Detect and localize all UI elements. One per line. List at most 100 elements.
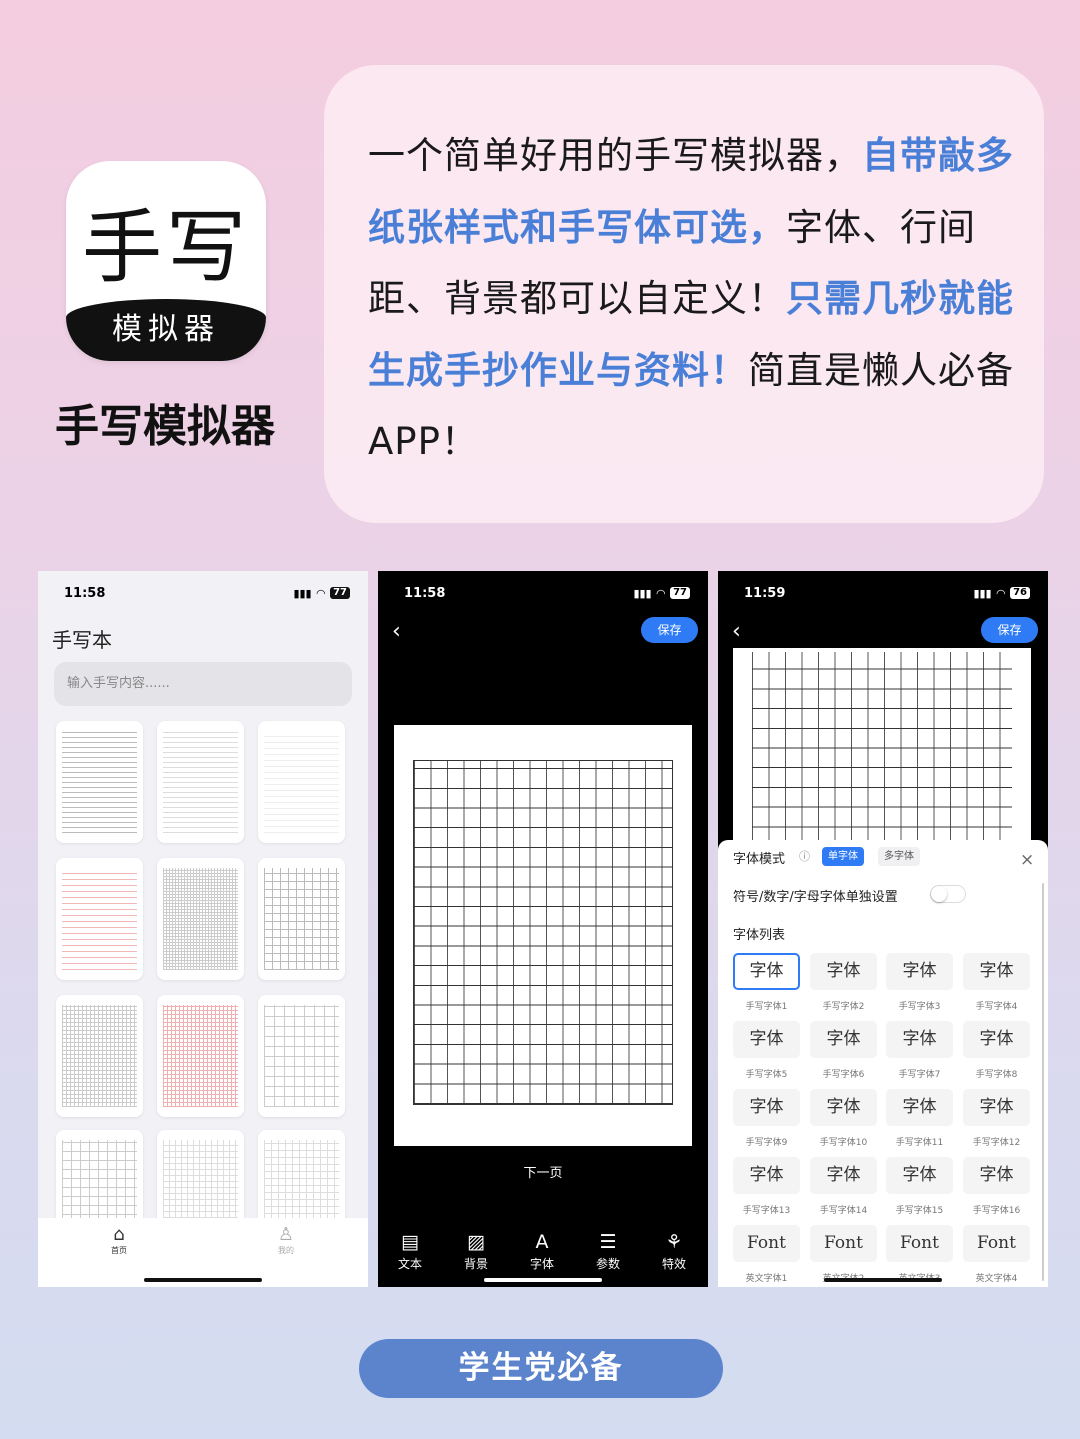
phone-font-settings: 11:59 ▮▮▮ ◠ 76 ‹ 保存 字体模式 ⓘ 单字体 多字体 × 符号/数字/… <box>718 571 1048 1287</box>
font-name: 手写字体10 <box>819 1138 868 1148</box>
toolbar-text[interactable]: ▤ 文本 <box>385 1231 435 1272</box>
font-option[interactable]: Font <box>886 1225 953 1262</box>
font-option[interactable]: 字体 <box>733 1021 800 1058</box>
font-option[interactable]: 字体 <box>886 1021 953 1058</box>
font-option[interactable]: 字体 <box>810 1157 877 1194</box>
wifi-icon: ◠ <box>996 586 1006 600</box>
paper-pattern <box>264 868 339 970</box>
paper-pattern <box>163 1005 238 1107</box>
font-option[interactable]: 字体 <box>963 953 1030 990</box>
font-option[interactable]: 字体 <box>733 1089 800 1126</box>
cta-banner[interactable]: 学生党必备 <box>359 1339 723 1398</box>
paper-pattern <box>163 868 238 970</box>
font-name: 手写字体11 <box>895 1138 944 1148</box>
image-icon: ▨ <box>467 1231 485 1253</box>
separate-setting-toggle[interactable] <box>930 885 966 903</box>
paper-style-thumbnail[interactable] <box>157 858 244 980</box>
paper-style-thumbnail[interactable] <box>258 995 345 1117</box>
font-icon: A <box>535 1231 549 1253</box>
font-option[interactable]: Font <box>963 1225 1030 1262</box>
signal-icon: ▮▮▮ <box>633 586 652 600</box>
paper-pattern <box>264 731 339 833</box>
paper-style-thumbnail[interactable] <box>56 721 143 843</box>
wifi-icon: ◠ <box>316 586 326 600</box>
font-name: 手写字体13 <box>742 1206 791 1216</box>
toolbar-font[interactable]: A 字体 <box>517 1231 567 1272</box>
font-option[interactable]: Font <box>733 1225 800 1262</box>
paper-pattern <box>62 1005 137 1107</box>
page-title: 手写本 <box>52 628 112 652</box>
battery-icon: 77 <box>670 587 690 599</box>
home-indicator <box>484 1278 602 1282</box>
text-icon: ▤ <box>401 1231 419 1253</box>
font-option[interactable]: 字体 <box>886 953 953 990</box>
font-option[interactable]: 字体 <box>963 1089 1030 1126</box>
paper-pattern <box>62 731 137 833</box>
status-bar: 11:59 ▮▮▮ ◠ 76 <box>744 583 1030 603</box>
save-button[interactable]: 保存 <box>981 617 1038 643</box>
tab-home[interactable]: ⌂ 首页 <box>104 1224 134 1256</box>
toolbar-label: 特效 <box>661 1257 686 1271</box>
promo-segment: 一个简单好用的手写模拟器， <box>368 134 862 177</box>
paper-style-thumbnail[interactable] <box>258 721 345 843</box>
help-icon[interactable]: ⓘ <box>799 848 810 864</box>
tab-label: 首页 <box>111 1246 127 1255</box>
app-title: 手写模拟器 <box>55 401 275 452</box>
font-panel: 字体模式 ⓘ 单字体 多字体 × 符号/数字/字母字体单独设置 字体列表 字体手… <box>718 840 1048 1287</box>
toolbar-image[interactable]: ▨ 背景 <box>451 1231 501 1272</box>
toolbar-label: 参数 <box>595 1257 620 1271</box>
back-icon[interactable]: ‹ <box>732 619 741 644</box>
font-option[interactable]: 字体 <box>963 1157 1030 1194</box>
status-bar: 11:58 ▮▮▮ ◠ 77 <box>64 583 350 603</box>
font-name: 手写字体12 <box>972 1138 1021 1148</box>
status-bar: 11:58 ▮▮▮ ◠ 77 <box>404 583 690 603</box>
phone-home-screen: 11:58 ▮▮▮ ◠ 77 手写本 输入手写内容...... ⌂ 首页 ♙ 我的 <box>38 571 368 1287</box>
tab-mine[interactable]: ♙ 我的 <box>271 1224 301 1256</box>
font-option[interactable]: 字体 <box>886 1157 953 1194</box>
font-option[interactable]: 字体 <box>810 1021 877 1058</box>
paper-style-thumbnail[interactable] <box>157 721 244 843</box>
time: 11:58 <box>64 585 106 601</box>
font-option[interactable]: 字体 <box>733 953 800 990</box>
toolbar-sliders[interactable]: ☰ 参数 <box>583 1231 633 1272</box>
handwriting-input[interactable]: 输入手写内容...... <box>54 662 352 706</box>
user-icon: ♙ <box>277 1224 295 1245</box>
save-button[interactable]: 保存 <box>641 617 698 643</box>
paper-style-thumbnail[interactable] <box>56 858 143 980</box>
multi-font-button[interactable]: 多字体 <box>878 847 920 866</box>
font-name: 手写字体3 <box>898 1002 941 1012</box>
scrollbar[interactable] <box>1042 883 1044 1281</box>
font-list-heading: 字体列表 <box>733 928 786 943</box>
back-icon[interactable]: ‹ <box>392 619 401 644</box>
battery-icon: 77 <box>330 587 350 599</box>
font-name: 手写字体7 <box>898 1070 941 1080</box>
grid-paper-content <box>413 760 673 1105</box>
single-font-button[interactable]: 单字体 <box>822 847 864 866</box>
paper-style-thumbnail[interactable] <box>56 995 143 1117</box>
font-name: 手写字体4 <box>975 1002 1018 1012</box>
paper-style-thumbnail[interactable] <box>258 858 345 980</box>
paper-style-thumbnail[interactable] <box>157 995 244 1117</box>
font-option[interactable]: 字体 <box>810 953 877 990</box>
signal-icon: ▮▮▮ <box>293 586 312 600</box>
close-icon[interactable]: × <box>1020 850 1034 870</box>
font-option[interactable]: 字体 <box>810 1089 877 1126</box>
font-name: 手写字体5 <box>745 1070 788 1080</box>
time: 11:58 <box>404 585 446 601</box>
paper-pattern <box>163 731 238 833</box>
font-option[interactable]: Font <box>810 1225 877 1262</box>
home-indicator <box>144 1278 262 1282</box>
font-option[interactable]: 字体 <box>733 1157 800 1194</box>
effects-icon: ⚘ <box>665 1231 683 1253</box>
next-page-button[interactable]: 下一页 <box>378 1162 708 1181</box>
font-option[interactable]: 字体 <box>963 1021 1030 1058</box>
time: 11:59 <box>744 585 786 601</box>
toolbar-effects[interactable]: ⚘ 特效 <box>649 1231 699 1272</box>
font-name: 英文字体4 <box>975 1274 1018 1284</box>
promo-text: 一个简单好用的手写模拟器，自带敲多纸张样式和手写体可选，字体、行间距、背景都可以… <box>368 120 1018 478</box>
font-name: 英文字体1 <box>745 1274 788 1284</box>
toolbar-label: 文本 <box>397 1257 422 1271</box>
font-option[interactable]: 字体 <box>886 1089 953 1126</box>
app-icon-band: 模拟器 <box>66 299 266 361</box>
app-icon-text: 手写 <box>82 201 250 294</box>
